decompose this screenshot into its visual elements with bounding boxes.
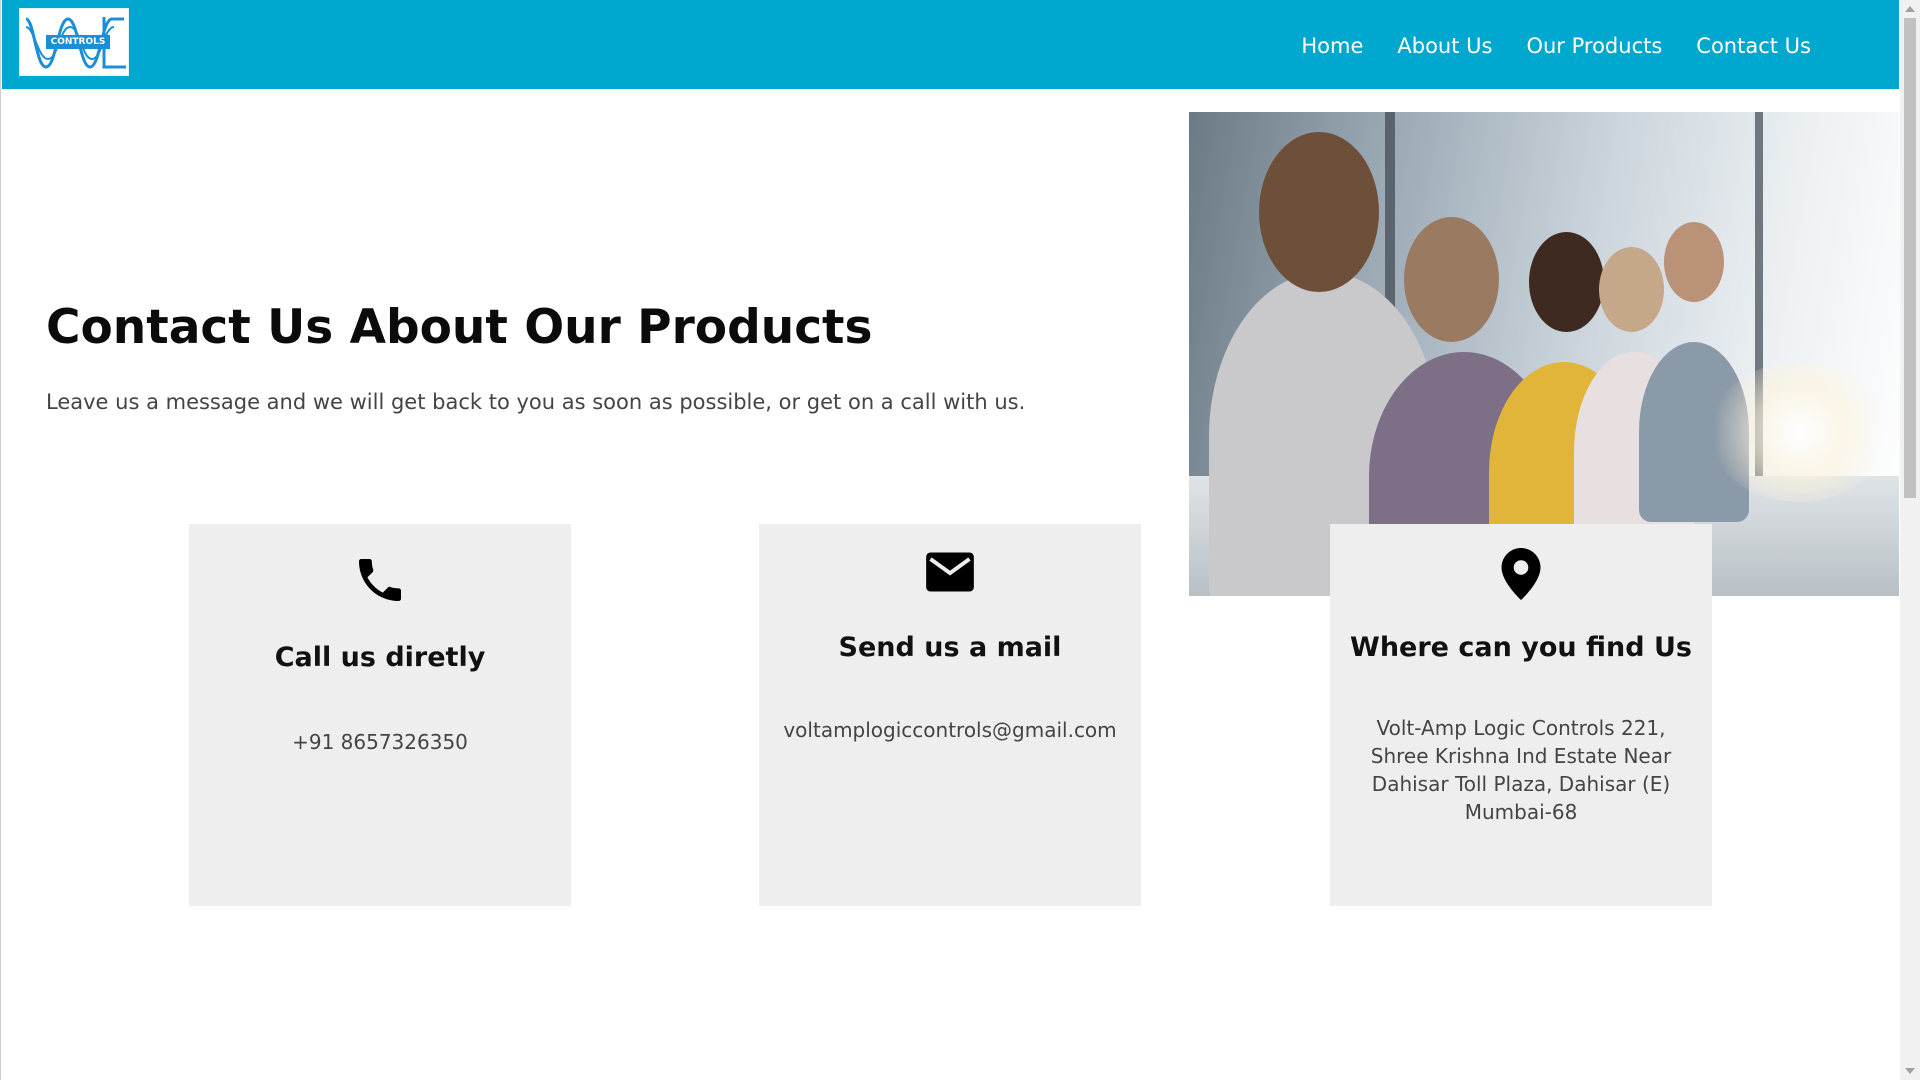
- card-title: Call us diretly: [274, 642, 486, 673]
- email-address[interactable]: voltamplogiccontrols@gmail.com: [779, 716, 1121, 744]
- company-logo[interactable]: CONTROLS: [19, 8, 129, 76]
- nav-our-products[interactable]: Our Products: [1509, 31, 1679, 61]
- logo-text: CONTROLS: [46, 35, 110, 49]
- contact-card-mail: Send us a mail voltamplogiccontrols@gmai…: [759, 524, 1141, 906]
- card-title: Send us a mail: [838, 632, 1062, 663]
- page-title: Contact Us About Our Products: [46, 300, 873, 355]
- scroll-up-arrow-icon[interactable]: [1905, 6, 1915, 12]
- card-title: Where can you find Us: [1350, 632, 1692, 663]
- scroll-down-arrow-icon[interactable]: [1905, 1068, 1915, 1074]
- mail-icon: [759, 550, 1141, 594]
- address-text: Volt-Amp Logic Controls 221, Shree Krish…: [1370, 716, 1672, 824]
- vertical-scrollbar[interactable]: [1900, 0, 1920, 1080]
- nav-about-us[interactable]: About Us: [1380, 31, 1509, 61]
- page-subtitle: Leave us a message and we will get back …: [46, 390, 1026, 414]
- location-pin-icon: [1330, 548, 1712, 600]
- nav-contact-us[interactable]: Contact Us: [1679, 31, 1828, 61]
- contact-card-phone: Call us diretly +91 8657326350: [189, 524, 571, 906]
- page: CONTROLS Home About Us Our Products Cont…: [0, 0, 1920, 1080]
- contact-card-location: Where can you find Us Volt-Amp Logic Con…: [1330, 524, 1712, 906]
- phone-number[interactable]: +91 8657326350: [209, 728, 551, 756]
- phone-icon: [189, 552, 571, 608]
- nav-home[interactable]: Home: [1284, 31, 1380, 61]
- scroll-thumb[interactable]: [1904, 18, 1916, 498]
- main-nav: Home About Us Our Products Contact Us: [1284, 31, 1828, 61]
- site-header: CONTROLS Home About Us Our Products Cont…: [2, 0, 1899, 89]
